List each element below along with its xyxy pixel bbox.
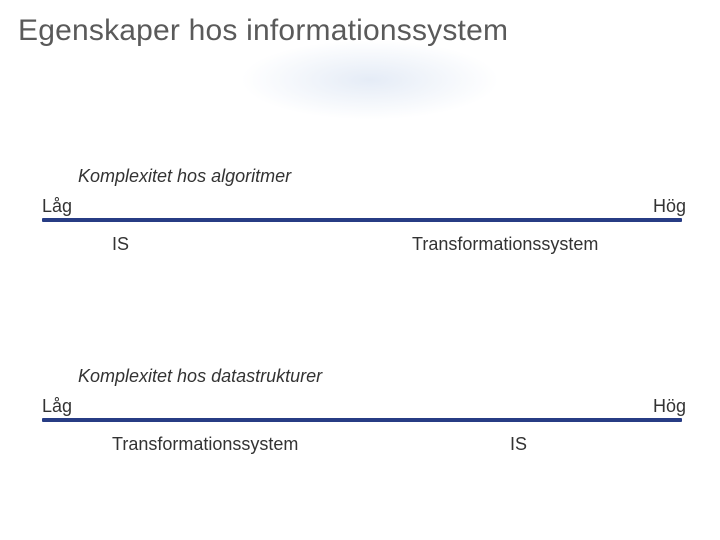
axis1-label: Komplexitet hos algoritmer: [78, 166, 291, 187]
axis1-high-label: Hög: [653, 196, 686, 217]
background-haze: [240, 40, 500, 120]
axis2-line: [42, 418, 682, 422]
axis2-high-label: Hög: [653, 396, 686, 417]
axis2-label: Komplexitet hos datastrukturer: [78, 366, 322, 387]
axis2-low-label: Låg: [42, 396, 72, 417]
axis2-right-item: IS: [510, 434, 527, 455]
axis1-low-label: Låg: [42, 196, 72, 217]
axis1-right-item: Transformationssystem: [412, 234, 598, 255]
axis2-left-item: Transformationssystem: [112, 434, 298, 455]
axis1-left-item: IS: [112, 234, 129, 255]
page-title: Egenskaper hos informationssystem: [18, 14, 508, 48]
axis1-line: [42, 218, 682, 222]
